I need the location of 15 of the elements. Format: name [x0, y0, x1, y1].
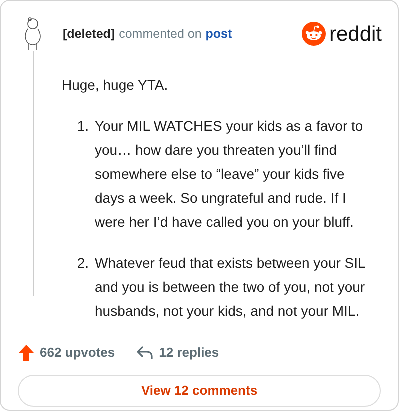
upvote-arrow-icon — [19, 344, 34, 361]
list-number: 1. — [76, 117, 90, 136]
brand-name: reddit — [329, 24, 382, 44]
list-item-text: Whatever feud that exists between your SIL and you is between the two of you, not your husbands, not your kids, and not your MIL. — [95, 254, 366, 321]
post-link[interactable]: post — [206, 24, 232, 44]
reddit-logo-icon — [302, 22, 326, 46]
author-name: [deleted] — [63, 26, 116, 43]
view-comments-button[interactable]: View 12 comments — [18, 374, 381, 406]
reply-count: 12 replies — [159, 344, 220, 362]
list-item-text: Your MIL WATCHES your kids as a favor to you… how dare you threaten you’ll find somewhere else to “leave” your kids five days a week. So ungrateful and rude. If I were her I’d have called you on your bluff. — [95, 117, 364, 232]
comment-text: Huge, huge YTA. — [62, 76, 170, 95]
list-number: 2. — [76, 254, 90, 273]
upvote-count: 662 upvotes — [40, 344, 116, 362]
reply-arrow-icon — [137, 346, 154, 360]
action-text: commented on — [119, 26, 202, 43]
